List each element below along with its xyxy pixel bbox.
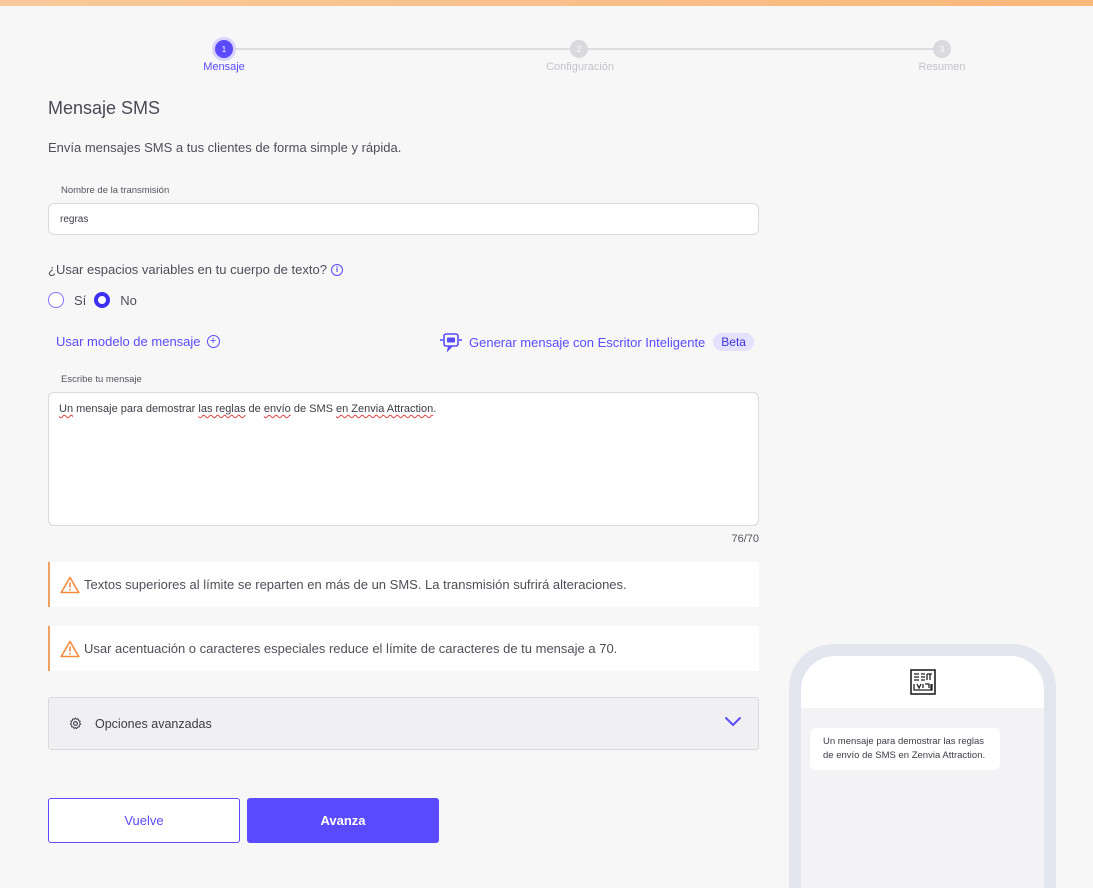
message-textarea[interactable]: Un mensaje para demostrar las reglas de … bbox=[48, 392, 759, 526]
message-field-label: Escribe tu mensaje bbox=[61, 374, 142, 385]
next-button[interactable]: Avanza bbox=[247, 798, 439, 843]
message-word: mensaje para demostrar bbox=[73, 403, 199, 415]
smart-writer-icon bbox=[440, 333, 462, 352]
warning-accents: Usar acentuación o caracteres especiales… bbox=[48, 626, 759, 671]
page-subtitle: Envía mensajes SMS a tus clientes de for… bbox=[48, 140, 402, 155]
step-2-label: Configuración bbox=[546, 61, 614, 73]
phone-header bbox=[801, 656, 1044, 708]
variables-radio-group: Sí No bbox=[48, 292, 145, 308]
use-template-label[interactable]: Usar modelo de mensaje bbox=[56, 334, 201, 349]
message-word: las reglas bbox=[198, 403, 246, 415]
phone-screen: Un mensaje para demostrar las reglas de … bbox=[801, 656, 1044, 888]
plus-circle-icon[interactable]: + bbox=[206, 335, 220, 348]
radio-no[interactable] bbox=[94, 292, 111, 308]
radio-yes[interactable] bbox=[48, 292, 64, 308]
phone-preview: Un mensaje para demostrar las reglas de … bbox=[789, 644, 1056, 888]
step-connector bbox=[587, 48, 933, 50]
stepper: 1 2 3 Mensaje Configuración Resumen bbox=[0, 40, 1093, 80]
message-word: de bbox=[245, 403, 264, 415]
back-button[interactable]: Vuelve bbox=[48, 798, 240, 843]
name-field-label: Nombre de la transmisión bbox=[61, 185, 170, 196]
message-word: en Zenvia Attraction bbox=[336, 403, 434, 415]
sender-logo-icon bbox=[909, 669, 936, 695]
radio-no-label[interactable]: No bbox=[120, 293, 137, 308]
page-title: Mensaje SMS bbox=[48, 98, 161, 118]
character-counter: 76/70 bbox=[731, 533, 759, 545]
message-word: . bbox=[433, 403, 437, 415]
warning-text: Textos superiores al límite se reparten … bbox=[84, 577, 627, 592]
beta-badge: Beta bbox=[713, 333, 754, 351]
transmission-name-input[interactable] bbox=[48, 203, 759, 235]
chevron-down-icon[interactable] bbox=[724, 716, 742, 728]
message-word: de SMS bbox=[290, 403, 337, 415]
advanced-options-label[interactable]: Opciones avanzadas bbox=[95, 717, 212, 731]
warning-text: Usar acentuación o caracteres especiales… bbox=[84, 641, 618, 656]
smart-writer-label[interactable]: Generar mensaje con Escritor Inteligente bbox=[469, 335, 705, 350]
step-3-label: Resumen bbox=[918, 61, 966, 73]
warning-icon bbox=[60, 576, 80, 593]
top-accent-bar bbox=[0, 0, 1093, 6]
step-1-dot[interactable]: 1 bbox=[215, 40, 233, 58]
use-template-link[interactable]: Usar modelo de mensaje + bbox=[56, 334, 220, 349]
smart-writer-link[interactable]: Generar mensaje con Escritor Inteligente… bbox=[439, 332, 754, 352]
step-2-dot[interactable]: 2 bbox=[570, 40, 588, 58]
step-connector bbox=[232, 48, 570, 50]
message-word: envío bbox=[263, 403, 291, 415]
step-3-dot[interactable]: 3 bbox=[933, 40, 951, 58]
message-word: Un bbox=[59, 403, 74, 415]
warning-icon bbox=[60, 640, 80, 657]
advanced-options-accordion[interactable]: Opciones avanzadas bbox=[48, 697, 759, 750]
radio-yes-label[interactable]: Sí bbox=[74, 293, 86, 308]
gear-icon bbox=[69, 717, 82, 730]
step-1-label: Mensaje bbox=[203, 61, 245, 73]
variables-question-text: ¿Usar espacios variables en tu cuerpo de… bbox=[48, 262, 327, 277]
sms-preview-bubble: Un mensaje para demostrar las reglas de … bbox=[810, 728, 1000, 770]
warning-split-sms: Textos superiores al límite se reparten … bbox=[48, 562, 759, 607]
info-icon[interactable]: i bbox=[330, 263, 343, 276]
variables-question: ¿Usar espacios variables en tu cuerpo de… bbox=[48, 262, 343, 277]
